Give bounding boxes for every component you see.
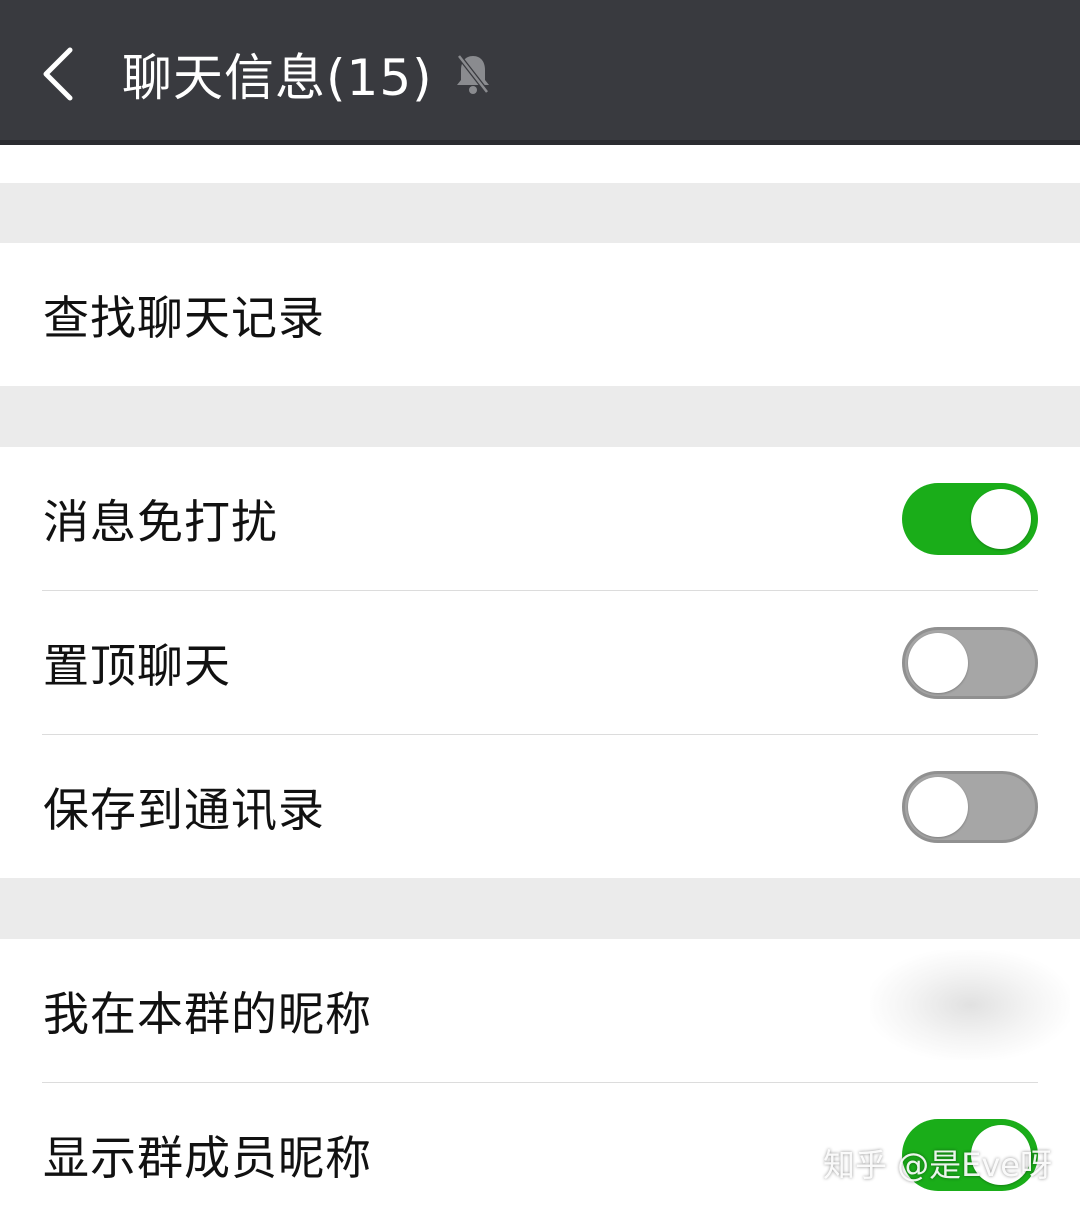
row-search-history[interactable]: 查找聊天记录 [0,243,1080,386]
pin-chat-toggle[interactable] [902,626,1038,699]
toggle-knob [908,776,968,837]
mute-notifications-toggle[interactable] [902,482,1038,555]
section-search: 查找聊天记录 [0,243,1080,386]
row-pin-chat[interactable]: 置顶聊天 [0,591,1080,734]
top-bar: 聊天信息(15) [0,0,1080,145]
row-label: 我在本群的昵称 [43,986,372,1041]
header-strip [0,145,1080,183]
row-label: 置顶聊天 [43,638,231,693]
watermark: 知乎 @是Eve呀 [822,1146,1052,1184]
row-save-to-contacts[interactable]: 保存到通讯录 [0,735,1080,878]
row-label: 查找聊天记录 [43,290,325,345]
toggle-knob [971,488,1031,549]
row-label: 消息免打扰 [43,494,278,549]
bell-off-icon [453,52,493,96]
row-label: 保存到通讯录 [43,782,325,837]
page-title: 聊天信息(15) [122,49,433,107]
back-button[interactable] [20,30,100,116]
chevron-left-icon [43,47,73,101]
row-my-group-nickname[interactable]: 我在本群的昵称 [0,939,1080,1082]
toggle-knob [908,632,968,693]
row-label: 显示群成员昵称 [43,1130,372,1185]
row-mute-notifications[interactable]: 消息免打扰 [0,447,1080,590]
section-chat-settings: 消息免打扰 置顶聊天 保存到通讯录 [0,447,1080,878]
title-group: 聊天信息(15) [122,36,493,112]
save-to-contacts-toggle[interactable] [902,770,1038,843]
